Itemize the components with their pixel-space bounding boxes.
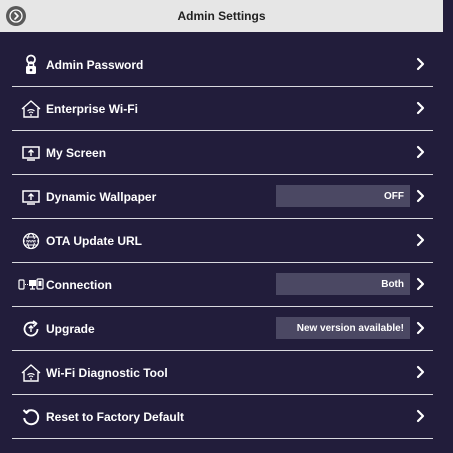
header-bar: Admin Settings — [0, 0, 443, 32]
setting-label: Enterprise Wi-Fi — [46, 101, 138, 116]
setting-wifi-diagnostic-tool[interactable]: Wi-Fi Diagnostic Tool — [12, 351, 433, 395]
setting-enterprise-wifi[interactable]: Enterprise Wi-Fi — [12, 87, 433, 131]
status-value-box: New version available! — [276, 317, 410, 339]
setting-ota-update-url[interactable]: www OTA Update URL — [12, 219, 433, 263]
setting-label: OTA Update URL — [46, 233, 142, 248]
devices-link-icon — [18, 274, 44, 296]
reset-arrow-icon — [18, 406, 44, 428]
chevron-right-icon — [416, 101, 425, 115]
settings-list: Admin Password Enterprise Wi-Fi My Scree… — [12, 43, 433, 439]
chevron-right-icon — [416, 189, 425, 203]
back-arrow-icon — [9, 9, 23, 23]
setting-label: Reset to Factory Default — [46, 409, 185, 424]
chevron-right-icon — [416, 233, 425, 247]
svg-text:www: www — [25, 238, 37, 243]
setting-label: Upgrade — [46, 321, 95, 336]
house-wifi-icon — [18, 98, 44, 120]
chevron-right-icon — [416, 409, 425, 423]
status-value-box: Both — [276, 273, 410, 295]
monitor-upload-icon — [18, 142, 44, 164]
setting-label: Admin Password — [46, 57, 144, 72]
back-button[interactable] — [6, 6, 26, 26]
setting-connection[interactable]: Connection Both — [12, 263, 433, 307]
globe-www-icon: www — [18, 230, 44, 252]
chevron-right-icon — [416, 321, 425, 335]
monitor-upload-icon — [18, 186, 44, 208]
setting-label: Dynamic Wallpaper — [46, 189, 157, 204]
setting-my-screen[interactable]: My Screen — [12, 131, 433, 175]
chevron-right-icon — [416, 365, 425, 379]
page-title: Admin Settings — [177, 9, 266, 23]
refresh-upgrade-icon — [18, 318, 44, 340]
setting-label: Wi-Fi Diagnostic Tool — [46, 365, 168, 380]
setting-label: Connection — [46, 277, 112, 292]
chevron-right-icon — [416, 277, 425, 291]
chevron-right-icon — [416, 145, 425, 159]
person-lock-icon — [18, 54, 44, 76]
chevron-right-icon — [416, 57, 425, 71]
setting-dynamic-wallpaper[interactable]: Dynamic Wallpaper OFF — [12, 175, 433, 219]
house-wifi-icon — [18, 362, 44, 384]
setting-admin-password[interactable]: Admin Password — [12, 43, 433, 87]
scrollbar[interactable] — [443, 0, 453, 453]
status-value-box: OFF — [276, 185, 410, 207]
setting-upgrade[interactable]: Upgrade New version available! — [12, 307, 433, 351]
setting-reset-factory-default[interactable]: Reset to Factory Default — [12, 395, 433, 439]
setting-label: My Screen — [46, 145, 107, 160]
